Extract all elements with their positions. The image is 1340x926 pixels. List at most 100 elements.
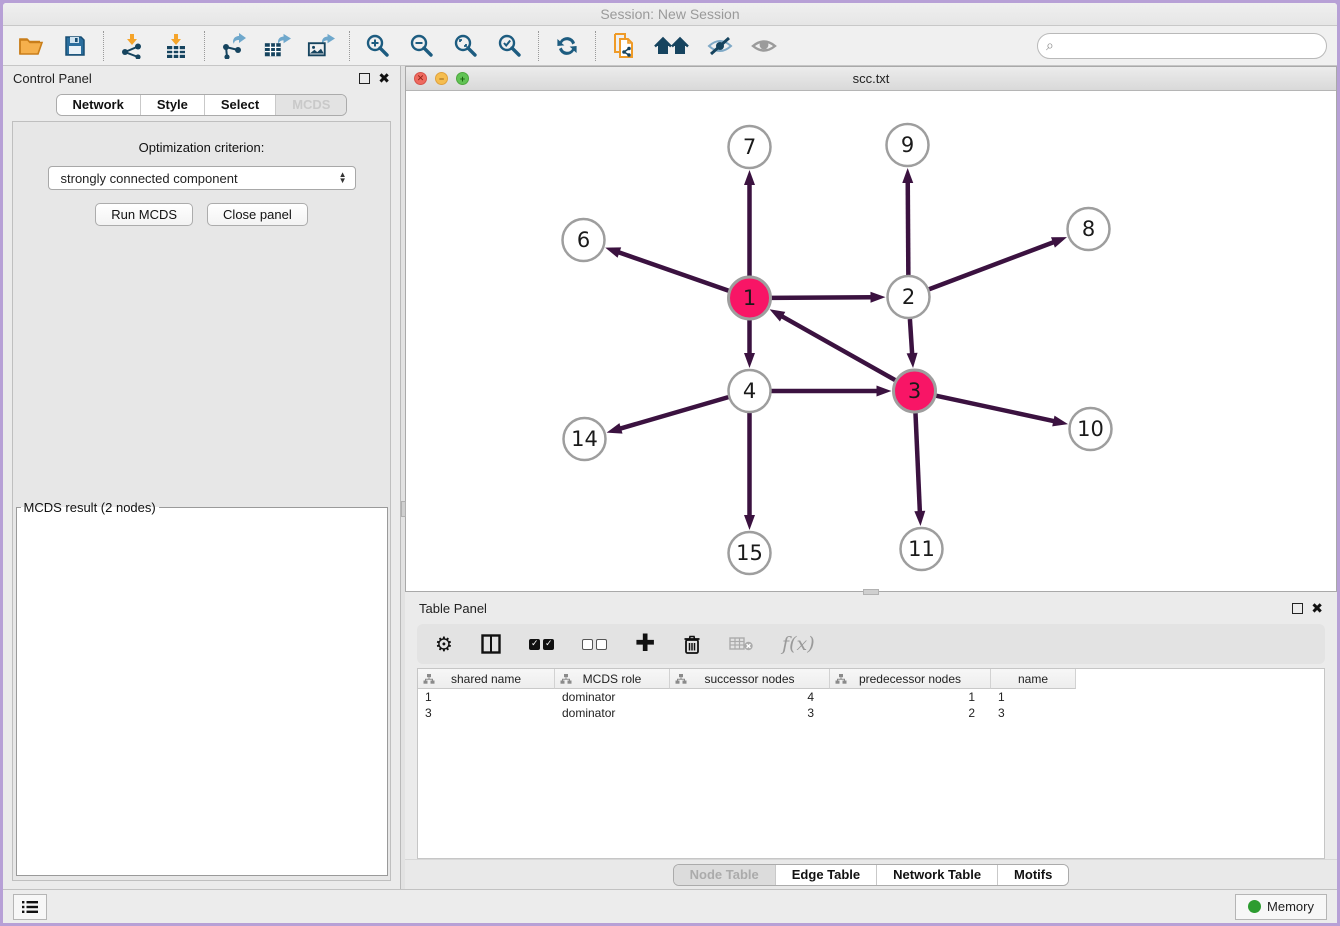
zoom-out-button[interactable] bbox=[408, 32, 436, 60]
cell-MCDS-role[interactable]: dominator bbox=[555, 689, 670, 705]
table-row[interactable]: 3dominator323 bbox=[418, 705, 1324, 721]
column-header-label: name bbox=[1018, 672, 1048, 686]
network-window-title: scc.txt bbox=[406, 71, 1336, 86]
column-header-label: predecessor nodes bbox=[859, 672, 961, 686]
float-panel-icon[interactable] bbox=[359, 73, 370, 84]
node-label-8: 8 bbox=[1082, 217, 1095, 241]
edge-arrowhead bbox=[907, 353, 918, 368]
open-folder-icon bbox=[18, 33, 44, 59]
two-houses-icon bbox=[654, 34, 690, 58]
mcds-panel: Optimization criterion: strongly connect… bbox=[12, 121, 391, 881]
network-window-titlebar[interactable]: scc.txt ✕ − + bbox=[406, 67, 1336, 91]
save-floppy-icon bbox=[63, 34, 87, 58]
cell-predecessor-nodes[interactable]: 1 bbox=[830, 689, 991, 705]
edge-arrowhead bbox=[744, 170, 755, 185]
edge-3-10[interactable] bbox=[936, 396, 1055, 422]
cell-name[interactable]: 3 bbox=[991, 705, 1076, 721]
close-panel-icon[interactable]: ✖ bbox=[1311, 603, 1323, 614]
tab-style[interactable]: Style bbox=[140, 95, 204, 115]
table-row[interactable]: 1dominator411 bbox=[418, 689, 1324, 705]
select-all-checkboxes-icon[interactable] bbox=[529, 639, 554, 650]
tab-network-table[interactable]: Network Table bbox=[876, 865, 997, 885]
tab-network[interactable]: Network bbox=[57, 95, 140, 115]
edge-3-1[interactable] bbox=[781, 316, 895, 381]
network-graph[interactable]: 7968124314101511 bbox=[406, 91, 1336, 591]
cell-shared-name[interactable]: 3 bbox=[418, 705, 555, 721]
zoom-in-button[interactable] bbox=[364, 32, 392, 60]
cell-successor-nodes[interactable]: 3 bbox=[670, 705, 830, 721]
open-session-button[interactable] bbox=[17, 32, 45, 60]
network-canvas[interactable]: 7968124314101511 bbox=[406, 91, 1336, 591]
node-table: shared nameMCDS rolesuccessor nodes prede… bbox=[417, 668, 1325, 859]
delete-column-icon[interactable] bbox=[683, 634, 701, 655]
cell-name[interactable]: 1 bbox=[991, 689, 1076, 705]
memory-button[interactable]: Memory bbox=[1235, 894, 1327, 920]
edge-2-8[interactable] bbox=[929, 242, 1055, 290]
clone-network-button[interactable] bbox=[610, 32, 638, 60]
vertical-splitter[interactable] bbox=[400, 66, 405, 889]
eye-slash-icon bbox=[706, 34, 734, 58]
column-settings-icon[interactable]: ⚙ bbox=[435, 634, 453, 654]
node-label-7: 7 bbox=[743, 135, 756, 159]
cell-shared-name[interactable]: 1 bbox=[418, 689, 555, 705]
column-header-successor-nodes[interactable]: successor nodes bbox=[670, 669, 830, 689]
column-header-predecessor-nodes[interactable]: predecessor nodes bbox=[830, 669, 991, 689]
table-body: 1dominator4113dominator323 bbox=[418, 689, 1324, 721]
import-network-button[interactable] bbox=[118, 32, 146, 60]
node-label-11: 11 bbox=[908, 537, 935, 561]
splitter-handle[interactable] bbox=[863, 589, 879, 595]
criterion-dropdown[interactable]: strongly connected component ▲▼ bbox=[48, 166, 356, 190]
refresh-layout-button[interactable] bbox=[553, 32, 581, 60]
close-panel-button[interactable]: Close panel bbox=[207, 203, 308, 226]
edge-2-9[interactable] bbox=[908, 181, 909, 275]
list-icon bbox=[21, 900, 39, 914]
import-table-button[interactable] bbox=[162, 32, 190, 60]
tab-edge-table[interactable]: Edge Table bbox=[775, 865, 876, 885]
tab-motifs[interactable]: Motifs bbox=[997, 865, 1068, 885]
show-all-button[interactable] bbox=[750, 32, 778, 60]
mcds-result-text[interactable]: 13 bbox=[17, 515, 372, 519]
node-label-2: 2 bbox=[902, 285, 915, 309]
export-image-button[interactable] bbox=[307, 32, 335, 60]
split-panel-icon[interactable] bbox=[481, 634, 501, 654]
edge-arrowhead bbox=[914, 511, 925, 526]
edge-1-6[interactable] bbox=[617, 252, 728, 291]
float-panel-icon[interactable] bbox=[1292, 603, 1303, 614]
optimization-criterion-label: Optimization criterion: bbox=[139, 140, 265, 155]
tab-select[interactable]: Select bbox=[204, 95, 275, 115]
first-neighbors-button[interactable] bbox=[654, 32, 690, 60]
edge-3-11[interactable] bbox=[915, 413, 919, 513]
column-header-MCDS-role[interactable]: MCDS role bbox=[555, 669, 670, 689]
trash-icon bbox=[683, 634, 701, 655]
close-panel-icon[interactable]: ✖ bbox=[378, 73, 390, 84]
column-header-name[interactable]: name bbox=[991, 669, 1076, 689]
search-input[interactable] bbox=[1037, 33, 1327, 59]
zoom-selected-button[interactable] bbox=[496, 32, 524, 60]
deselect-all-checkboxes-icon[interactable] bbox=[582, 639, 607, 650]
run-mcds-button[interactable]: Run MCDS bbox=[95, 203, 193, 226]
tab-mcds[interactable]: MCDS bbox=[275, 95, 346, 115]
show-panels-button[interactable] bbox=[13, 894, 47, 920]
cell-predecessor-nodes[interactable]: 2 bbox=[830, 705, 991, 721]
export-table-button[interactable] bbox=[263, 32, 291, 60]
window-titlebar: Session: New Session bbox=[3, 3, 1337, 26]
add-column-icon[interactable]: ✚ bbox=[635, 634, 655, 654]
cell-successor-nodes[interactable]: 4 bbox=[670, 689, 830, 705]
edge-4-14[interactable] bbox=[619, 397, 728, 429]
hide-selected-button[interactable] bbox=[706, 32, 734, 60]
export-network-button[interactable] bbox=[219, 32, 247, 60]
column-header-shared-name[interactable]: shared name bbox=[418, 669, 555, 689]
edge-1-2[interactable] bbox=[771, 297, 872, 298]
horizontal-splitter[interactable] bbox=[405, 592, 1337, 596]
tab-node-table[interactable]: Node Table bbox=[674, 865, 775, 885]
cell-MCDS-role[interactable]: dominator bbox=[555, 705, 670, 721]
zoom-fit-button[interactable] bbox=[452, 32, 480, 60]
edge-2-3[interactable] bbox=[910, 319, 912, 355]
control-panel: Control Panel ✖ NetworkStyleSelectMCDS O… bbox=[3, 66, 400, 889]
edge-arrowhead bbox=[902, 168, 913, 183]
save-session-button[interactable] bbox=[61, 32, 89, 60]
window-minimize-icon[interactable]: − bbox=[435, 72, 448, 85]
window-close-icon[interactable]: ✕ bbox=[414, 72, 427, 85]
main-toolbar: ⌕ bbox=[3, 26, 1337, 66]
window-zoom-icon[interactable]: + bbox=[456, 72, 469, 85]
